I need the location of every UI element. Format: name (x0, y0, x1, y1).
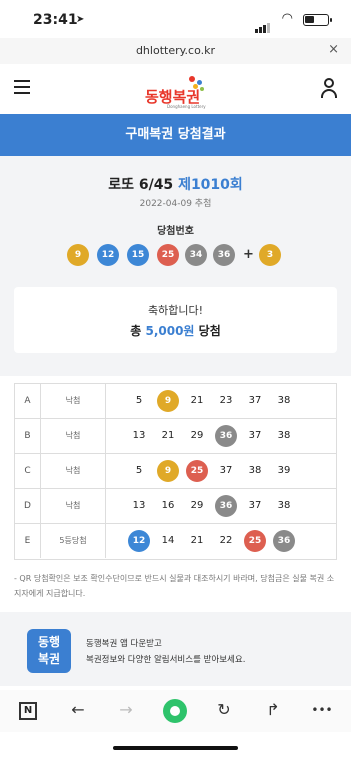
ticket-number: 37 (248, 500, 262, 511)
ticket-number: 16 (161, 500, 175, 511)
matched-number-ball: 36 (273, 530, 295, 552)
matched-number-ball: 36 (215, 425, 237, 447)
row-status: 낙첨 (41, 384, 106, 418)
matched-number-ball: 25 (244, 530, 266, 552)
home-icon[interactable] (163, 699, 187, 723)
forward-arrow-icon[interactable]: → (114, 700, 138, 719)
matched-number-ball: 12 (128, 530, 150, 552)
location-arrow-icon: ➤ (76, 14, 85, 25)
table-row: E 5등당첨 12 14 21 22 25 36 (15, 524, 336, 559)
logo-subtext: Donghaeng Lottery (167, 104, 206, 109)
winning-ball: 36 (213, 244, 235, 266)
ticket-number: 23 (219, 395, 233, 406)
winning-ball: 12 (97, 244, 119, 266)
row-status: 5등당첨 (41, 524, 106, 558)
ticket-results-table: A 낙첨 5 9 21 23 37 38 B 낙첨 13 21 29 36 37 38 C 낙첨 5 9 25 37 38 3… (14, 383, 337, 560)
table-row: C 낙첨 5 9 25 37 38 39 (15, 454, 336, 489)
home-indicator (113, 746, 238, 750)
bonus-plus: + (243, 247, 254, 262)
refresh-icon[interactable]: ↻ (212, 700, 236, 719)
status-time: 23:41 (33, 12, 78, 28)
prize-prefix: 총 (130, 324, 142, 338)
ticket-number: 29 (190, 430, 204, 441)
promo-line-2: 복권정보와 다양한 알림서비스를 받아보세요. (86, 655, 246, 665)
ticket-number: 38 (277, 430, 291, 441)
table-row: D 낙첨 13 16 29 36 37 38 (15, 489, 336, 524)
winning-ball: 9 (67, 244, 89, 266)
winning-ball: 34 (185, 244, 207, 266)
ticket-number: 37 (248, 395, 262, 406)
row-status: 낙첨 (41, 419, 106, 453)
user-icon[interactable] (320, 78, 338, 98)
draw-date: 2022-04-09 추첨 (139, 199, 212, 209)
wifi-icon: ◠ (281, 11, 293, 26)
row-letter: D (15, 489, 41, 523)
ticket-number: 5 (135, 465, 143, 476)
winning-ball: 15 (127, 244, 149, 266)
game-round: 제1010회 (178, 177, 243, 193)
ticket-number: 38 (277, 500, 291, 511)
more-icon[interactable]: ••• (310, 703, 334, 717)
row-letter: E (15, 524, 41, 558)
site-logo[interactable]: 동행복권 Donghaeng Lottery (145, 74, 211, 109)
promo-line-1: 동행복권 앱 다운받고 (86, 639, 162, 649)
prize-money: 5,000원 (145, 324, 195, 338)
matched-number-ball: 36 (215, 495, 237, 517)
browser-url-bar[interactable]: dhlottery.co.kr × (0, 38, 351, 64)
app-icon[interactable]: 동행 복권 (27, 629, 71, 673)
ticket-number: 5 (135, 395, 143, 406)
matched-number-ball: 25 (186, 460, 208, 482)
game-title: 로또 6/45 제1010회 (0, 174, 351, 194)
ticket-number: 29 (190, 500, 204, 511)
ticket-number: 14 (161, 535, 175, 546)
site-header: 동행복권 Donghaeng Lottery (0, 64, 351, 114)
page-title: 구매복권 당첨결과 (0, 114, 351, 156)
close-icon[interactable]: × (328, 42, 339, 57)
menu-icon[interactable] (14, 80, 30, 98)
table-row: B 낙첨 13 21 29 36 37 38 (15, 419, 336, 454)
url-text[interactable]: dhlottery.co.kr (0, 44, 351, 57)
prize-box: 축하합니다! 총 5,000원 당첨 (14, 287, 337, 353)
ticket-number: 37 (248, 430, 262, 441)
ticket-number: 21 (190, 535, 204, 546)
ticket-number: 38 (248, 465, 262, 476)
ticket-number: 39 (277, 465, 291, 476)
ticket-number: 38 (277, 395, 291, 406)
row-letter: B (15, 419, 41, 453)
row-status: 낙첨 (41, 454, 106, 488)
row-status: 낙첨 (41, 489, 106, 523)
bonus-ball: 3 (259, 244, 281, 266)
row-letter: C (15, 454, 41, 488)
ticket-number: 21 (161, 430, 175, 441)
ticket-number: 37 (219, 465, 233, 476)
congrats-text: 축하합니다! (147, 304, 203, 317)
ticket-number: 22 (219, 535, 233, 546)
winning-numbers-label: 당첨번호 (157, 226, 194, 237)
ticket-number: 13 (132, 430, 146, 441)
row-letter: A (15, 384, 41, 418)
naver-n-button[interactable]: N (19, 702, 37, 720)
prize-amount: 총 5,000원 당첨 (14, 322, 337, 339)
ticket-number: 13 (132, 500, 146, 511)
signal-icon (255, 14, 271, 33)
share-icon[interactable]: ↱ (261, 700, 285, 719)
browser-toolbar: N ← → ↻ ↱ ••• (0, 690, 351, 732)
table-row: A 낙첨 5 9 21 23 37 38 (15, 384, 336, 419)
ticket-number: 21 (190, 395, 204, 406)
winning-ball: 25 (157, 244, 179, 266)
status-bar: 23:41 ➤ ◠ (0, 0, 351, 38)
prize-suffix: 당첨 (198, 324, 221, 338)
battery-icon (303, 14, 332, 26)
game-name: 로또 6/45 (108, 177, 174, 193)
app-promo-banner[interactable]: 동행 복권 동행복권 앱 다운받고 복권정보와 다양한 알림서비스를 받아보세요. (0, 612, 351, 686)
qr-notice: - QR 당첨확인은 보조 확인수단이므로 반드시 실물과 대조하시기 바라며,… (14, 574, 335, 598)
matched-number-ball: 9 (157, 460, 179, 482)
back-arrow-icon[interactable]: ← (66, 700, 90, 719)
matched-number-ball: 9 (157, 390, 179, 412)
